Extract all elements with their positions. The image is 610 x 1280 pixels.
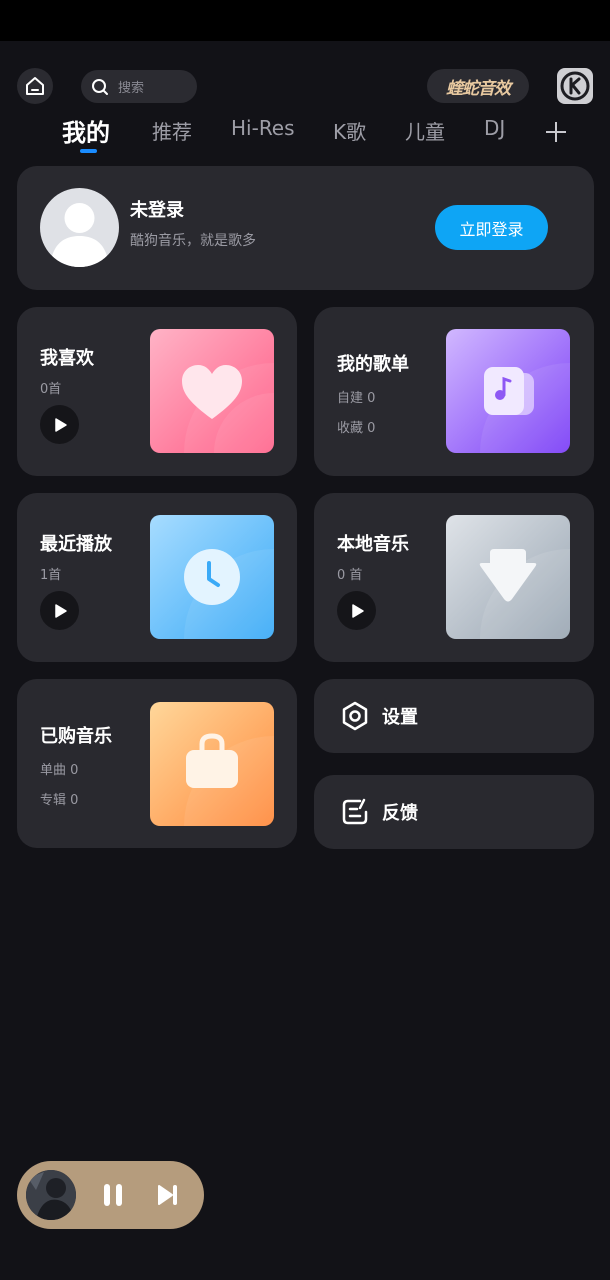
settings-button[interactable]: 设置 — [314, 679, 594, 753]
kugou-logo-button[interactable] — [557, 68, 593, 104]
tab-recommend[interactable]: 推荐 — [152, 116, 192, 145]
local-play-button[interactable] — [337, 591, 376, 630]
purchased-title: 已购音乐 — [40, 726, 112, 747]
favorites-count: 0首 — [40, 382, 62, 397]
play-icon — [54, 417, 67, 432]
login-card[interactable]: 未登录 酷狗音乐，就是歌多 立即登录 — [17, 166, 594, 290]
favorites-title: 我喜欢 — [40, 348, 94, 369]
recent-count: 1首 — [40, 568, 62, 583]
login-subtitle: 酷狗音乐，就是歌多 — [130, 233, 256, 249]
local-music-tile[interactable]: 本地音乐 0 首 — [314, 493, 594, 662]
tab-children[interactable]: 儿童 — [405, 116, 445, 145]
login-status-title: 未登录 — [130, 200, 184, 221]
user-avatar-icon — [50, 203, 109, 267]
status-bar — [0, 0, 610, 41]
tab-hi-res[interactable]: Hi-Res — [231, 116, 295, 140]
local-music-title: 本地音乐 — [337, 534, 409, 555]
favorites-tile[interactable]: 我喜欢 0首 — [17, 307, 297, 476]
pause-icon[interactable] — [101, 1183, 125, 1207]
search-input[interactable]: 搜索 — [81, 70, 197, 103]
recent-title: 最近播放 — [40, 534, 112, 555]
now-playing-cover[interactable] — [26, 1170, 76, 1220]
recent-tile[interactable]: 最近播放 1首 — [17, 493, 297, 662]
favorites-thumbnail — [150, 329, 274, 453]
album-art-image — [26, 1170, 76, 1220]
sound-effect-button[interactable]: 蝰蛇音效 — [427, 69, 529, 103]
settings-label: 设置 — [382, 707, 418, 728]
playlists-title: 我的歌单 — [337, 354, 409, 375]
home-icon — [26, 77, 44, 95]
gear-icon — [342, 701, 368, 731]
search-icon — [92, 78, 108, 95]
tab-mine[interactable]: 我的 — [62, 113, 110, 148]
local-music-count: 0 首 — [337, 568, 363, 583]
recent-thumbnail — [150, 515, 274, 639]
play-icon — [351, 603, 364, 618]
search-placeholder: 搜索 — [118, 81, 145, 96]
playlists-collected: 收藏 0 — [337, 421, 376, 436]
active-tab-indicator — [80, 149, 97, 153]
feedback-edit-icon — [342, 798, 368, 825]
next-track-icon[interactable] — [157, 1184, 179, 1206]
tab-karaoke[interactable]: K歌 — [333, 116, 366, 145]
favorites-play-button[interactable] — [40, 405, 79, 444]
clock-icon — [184, 549, 240, 605]
purchased-albums: 专辑 0 — [40, 793, 79, 808]
recent-play-button[interactable] — [40, 591, 79, 630]
local-music-thumbnail — [446, 515, 570, 639]
category-tabs: 我的 推荐 Hi-Res K歌 儿童 DJ — [0, 116, 610, 156]
playlists-created: 自建 0 — [337, 391, 376, 406]
feedback-button[interactable]: 反馈 — [314, 775, 594, 849]
sound-effect-label: 蝰蛇音效 — [446, 78, 511, 99]
add-tab-icon[interactable] — [545, 121, 567, 143]
default-avatar[interactable] — [40, 188, 119, 267]
feedback-label: 反馈 — [382, 803, 418, 824]
playlists-thumbnail — [446, 329, 570, 453]
login-button[interactable]: 立即登录 — [435, 205, 548, 250]
kugou-k-icon — [560, 71, 590, 101]
tab-dj[interactable]: DJ — [484, 116, 505, 140]
mini-player[interactable] — [17, 1161, 204, 1229]
play-icon — [54, 603, 67, 618]
playlists-tile[interactable]: 我的歌单 自建 0 收藏 0 — [314, 307, 594, 476]
home-button[interactable] — [17, 68, 53, 104]
purchased-singles: 单曲 0 — [40, 763, 79, 778]
purchased-thumbnail — [150, 702, 274, 826]
purchased-tile[interactable]: 已购音乐 单曲 0 专辑 0 — [17, 679, 297, 848]
